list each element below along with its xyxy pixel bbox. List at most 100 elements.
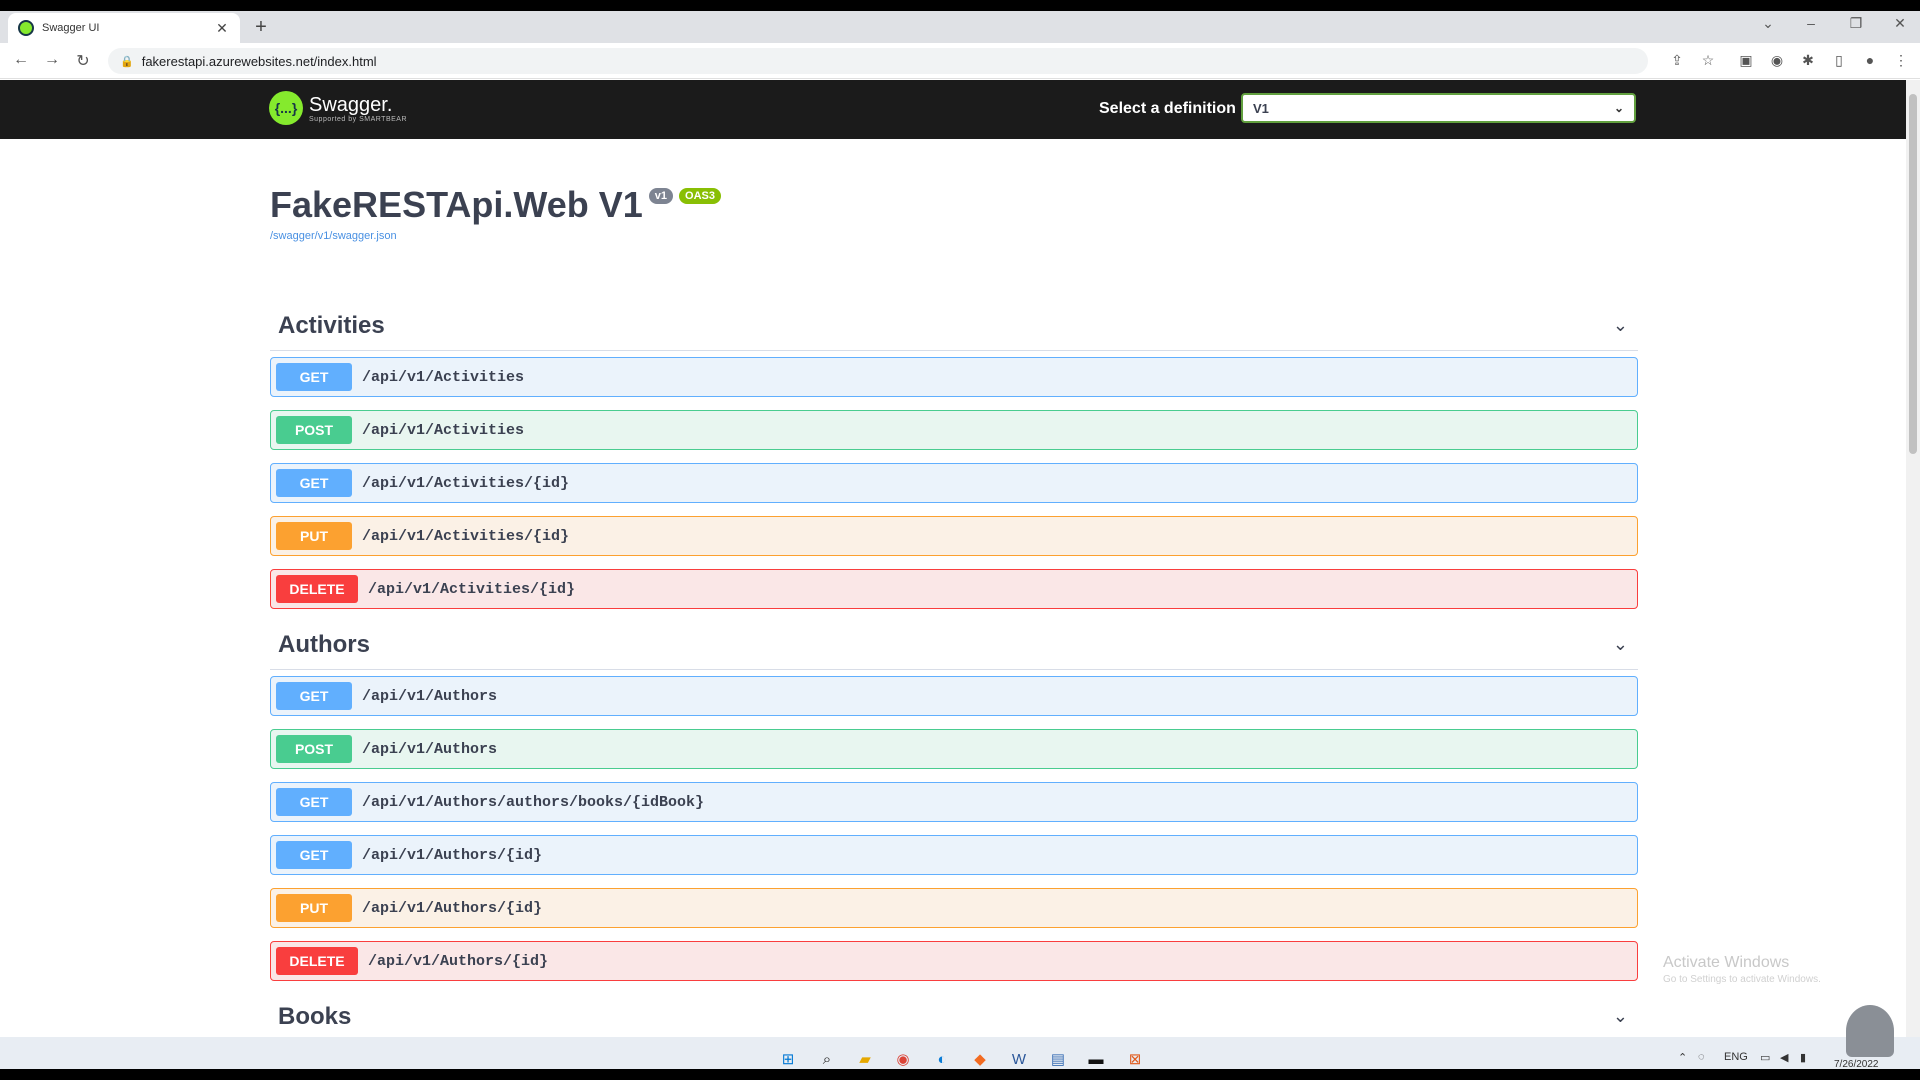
logo-subtitle: Supported by SMARTBEAR — [309, 115, 408, 123]
method-badge: DELETE — [276, 575, 358, 603]
operation-path: /api/v1/Authors/{id} — [362, 899, 543, 917]
section-title: Activities — [278, 311, 385, 339]
chevron-down-icon: ⌄ — [1613, 101, 1624, 115]
clock-date[interactable]: 7/26/2022 — [1834, 1059, 1879, 1069]
method-badge: DELETE — [276, 947, 358, 975]
close-tab-icon[interactable]: ✕ — [214, 20, 230, 37]
browser-tab[interactable]: Swagger UI ✕ — [8, 13, 240, 43]
tab-search-icon[interactable]: ⌄ — [1756, 15, 1780, 32]
swagger-topbar: {...} Swagger. Supported by SMARTBEAR Se… — [0, 80, 1906, 139]
windows-taskbar: ⊞ ⌕ ▰ ◉ ◐ ◆ W ▤ ▬ ⊠ ⌃ ◌ ENG ▭ ◀ ▮ 7/26/2… — [0, 1037, 1920, 1069]
restore-icon[interactable]: ❐ — [1844, 15, 1868, 32]
operation-row[interactable]: GET /api/v1/Authors/{id} — [270, 835, 1638, 875]
star-icon[interactable]: ☆ — [1699, 52, 1717, 69]
method-badge: POST — [276, 735, 352, 763]
chevron-down-icon: ⌄ — [1612, 634, 1628, 654]
section-title: Authors — [278, 630, 370, 658]
scrollbar-thumb[interactable] — [1909, 94, 1917, 454]
reload-icon[interactable]: ↻ — [72, 51, 94, 71]
method-badge: PUT — [276, 894, 352, 922]
operation-path: /api/v1/Activities — [362, 368, 525, 386]
operation-path: /api/v1/Authors/authors/books/{idBook} — [362, 793, 705, 811]
browser-toolbar: ← → ↻ 🔒 fakerestapi.azurewebsites.net/in… — [0, 43, 1920, 79]
puzzle-icon[interactable]: ✱ — [1799, 52, 1817, 69]
chevron-down-icon: ⌄ — [1612, 315, 1628, 335]
section-activities[interactable]: Activities ⌄ — [270, 301, 1638, 351]
language-indicator[interactable]: ENG — [1724, 1051, 1748, 1063]
webcam-overlay-avatar — [1846, 1005, 1894, 1057]
new-tab-button[interactable]: + — [250, 17, 272, 37]
operation-row[interactable]: POST /api/v1/Authors — [270, 729, 1638, 769]
operation-row[interactable]: DELETE /api/v1/Activities/{id} — [270, 569, 1638, 609]
operation-path: /api/v1/Authors — [362, 687, 498, 705]
page-title: FakeRESTApi.Web V1 — [270, 184, 643, 225]
definition-select[interactable]: V1 ⌄ — [1241, 93, 1636, 123]
swagger-favicon-icon — [18, 20, 34, 36]
operation-path: /api/v1/Authors/{id} — [368, 952, 549, 970]
operation-row[interactable]: PUT /api/v1/Activities/{id} — [270, 516, 1638, 556]
definition-value: V1 — [1253, 100, 1269, 116]
browser-tabstrip: Swagger UI ✕ + ⌄ – ❐ ✕ — [0, 11, 1920, 43]
method-badge: GET — [276, 788, 352, 816]
operation-row[interactable]: DELETE /api/v1/Authors/{id} — [270, 941, 1638, 981]
extension-icon[interactable]: ▣ — [1737, 52, 1755, 69]
operation-path: /api/v1/Authors — [362, 740, 498, 758]
operation-row[interactable]: GET /api/v1/Activities/{id} — [270, 463, 1638, 503]
spec-link[interactable]: /swagger/v1/swagger.json — [270, 230, 721, 242]
page-viewport: {...} Swagger. Supported by SMARTBEAR Se… — [0, 80, 1920, 1037]
app-icon[interactable]: ⊠ — [1123, 1047, 1147, 1069]
section-books[interactable]: Books ⌄ — [270, 992, 1638, 1037]
tray-chevron-icon[interactable]: ⌃ — [1678, 1051, 1687, 1064]
swagger-logo-icon: {...} — [269, 91, 303, 125]
watermark-title: Activate Windows — [1663, 954, 1790, 971]
method-badge: GET — [276, 469, 352, 497]
swagger-logo[interactable]: {...} Swagger. Supported by SMARTBEAR — [269, 91, 407, 125]
section-authors[interactable]: Authors ⌄ — [270, 620, 1638, 670]
definition-label: Select a definition — [1099, 100, 1236, 117]
back-icon[interactable]: ← — [10, 51, 32, 69]
file-explorer-icon[interactable]: ▰ — [853, 1047, 877, 1069]
address-bar[interactable]: 🔒 fakerestapi.azurewebsites.net/index.ht… — [108, 48, 1648, 74]
operation-row[interactable]: GET /api/v1/Authors/authors/books/{idBoo… — [270, 782, 1638, 822]
terminal-icon[interactable]: ▬ — [1084, 1047, 1108, 1069]
windows-start-icon[interactable]: ⊞ — [776, 1047, 800, 1069]
operation-row[interactable]: GET /api/v1/Activities — [270, 357, 1638, 397]
forward-icon[interactable]: → — [41, 51, 63, 69]
chevron-down-icon: ⌄ — [1612, 1006, 1628, 1026]
notepad-icon[interactable]: ▤ — [1046, 1047, 1070, 1069]
method-badge: GET — [276, 841, 352, 869]
battery-icon[interactable]: ▮ — [1800, 1051, 1806, 1064]
method-badge: POST — [276, 416, 352, 444]
word-icon[interactable]: W — [1007, 1047, 1031, 1069]
logo-name: Swagger. — [309, 93, 393, 116]
operation-path: /api/v1/Activities/{id} — [362, 474, 570, 492]
screen: Swagger UI ✕ + ⌄ – ❐ ✕ ← → ↻ 🔒 fakeresta… — [0, 11, 1920, 1069]
chrome-icon[interactable]: ◉ — [891, 1047, 915, 1069]
lock-icon: 🔒 — [120, 55, 134, 68]
watermark-subtitle: Go to Settings to activate Windows. — [1663, 974, 1821, 985]
edge-icon[interactable]: ◐ — [930, 1047, 954, 1069]
activate-windows-watermark: Activate Windows Go to Settings to activ… — [1663, 954, 1821, 985]
share-icon[interactable]: ⇪ — [1668, 52, 1686, 69]
api-info: FakeRESTApi.Web V1 v1 OAS3 /swagger/v1/s… — [270, 184, 721, 242]
method-badge: GET — [276, 363, 352, 391]
operation-row[interactable]: GET /api/v1/Authors — [270, 676, 1638, 716]
network-icon[interactable]: ▭ — [1760, 1051, 1770, 1064]
search-icon[interactable]: ⌕ — [815, 1047, 839, 1069]
operation-path: /api/v1/Activities/{id} — [362, 527, 570, 545]
profile-icon[interactable]: ● — [1861, 52, 1879, 68]
app-icon[interactable]: ◆ — [968, 1047, 992, 1069]
operation-row[interactable]: PUT /api/v1/Authors/{id} — [270, 888, 1638, 928]
extension-icon[interactable]: ◉ — [1768, 52, 1786, 69]
url-text: fakerestapi.azurewebsites.net/index.html — [141, 53, 377, 69]
window-close-icon[interactable]: ✕ — [1888, 15, 1912, 32]
page-scrollbar[interactable] — [1906, 80, 1920, 1037]
operation-row[interactable]: POST /api/v1/Activities — [270, 410, 1638, 450]
operation-path: /api/v1/Activities/{id} — [368, 580, 576, 598]
sidepanel-icon[interactable]: ▯ — [1830, 52, 1848, 69]
tray-app-icon[interactable]: ◌ — [1698, 1051, 1705, 1063]
menu-icon[interactable]: ⋮ — [1892, 52, 1910, 69]
minimize-icon[interactable]: – — [1799, 15, 1823, 31]
operation-path: /api/v1/Authors/{id} — [362, 846, 543, 864]
volume-icon[interactable]: ◀ — [1780, 1051, 1788, 1064]
